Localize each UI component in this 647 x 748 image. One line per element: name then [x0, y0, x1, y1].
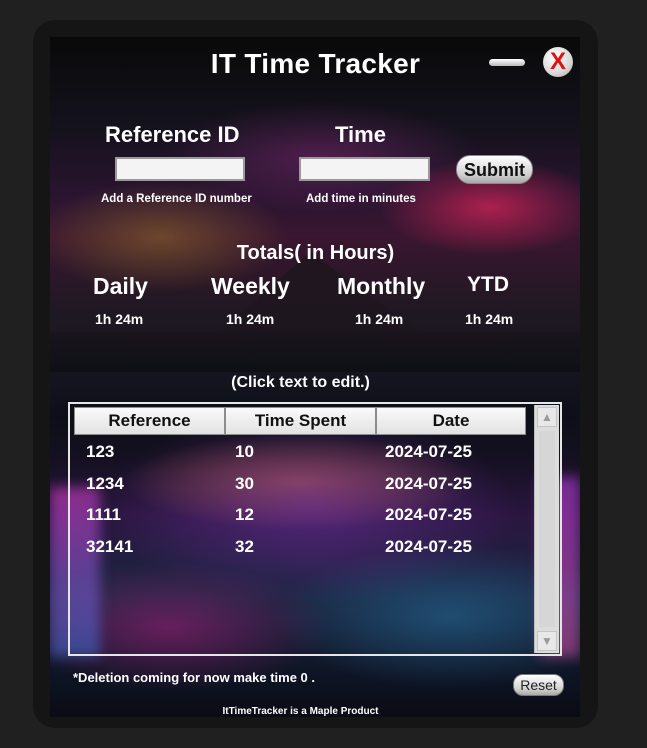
weekly-total: 1h 24m: [226, 311, 275, 327]
cell-date[interactable]: 2024-07-25: [385, 468, 472, 500]
time-label: Time: [335, 122, 386, 147]
submit-button[interactable]: Submit: [456, 155, 533, 184]
cell-time-spent[interactable]: 30: [235, 468, 254, 500]
cell-date[interactable]: 2024-07-25: [385, 531, 472, 563]
table-scrollbar[interactable]: ▲ ▼: [534, 405, 559, 653]
reset-button[interactable]: Reset: [513, 674, 564, 696]
cell-reference[interactable]: 32141: [86, 531, 133, 563]
close-button[interactable]: X: [543, 47, 573, 77]
scroll-down-icon[interactable]: ▼: [537, 631, 557, 651]
table-row[interactable]: 32141 32 2024-07-25: [70, 531, 530, 563]
table-row[interactable]: 1234 30 2024-07-25: [70, 468, 530, 500]
scroll-up-icon[interactable]: ▲: [537, 407, 557, 427]
reference-id-input[interactable]: [115, 157, 245, 181]
cell-reference[interactable]: 1234: [86, 468, 124, 500]
deletion-note: *Deletion coming for now make time 0 .: [73, 670, 315, 685]
background-horizon: [50, 332, 580, 372]
reference-id-label: Reference ID: [105, 122, 240, 147]
column-header-date[interactable]: Date: [376, 407, 526, 435]
entries-table: Reference Time Spent Date 123 10 2024-07…: [68, 402, 562, 656]
daily-total: 1h 24m: [95, 311, 144, 327]
ytd-total: 1h 24m: [465, 311, 514, 327]
totals-title: Totals( in Hours): [236, 242, 395, 264]
edit-hint: (Click text to edit.): [231, 374, 370, 391]
cell-time-spent[interactable]: 32: [235, 531, 254, 563]
table-header: Reference Time Spent Date: [74, 407, 526, 435]
monthly-label: Monthly: [337, 273, 426, 299]
app-window: IT Time Tracker X Reference ID Add a Ref…: [33, 20, 598, 728]
column-header-time-spent[interactable]: Time Spent: [225, 407, 376, 435]
cell-time-spent[interactable]: 10: [235, 436, 254, 468]
ytd-label: YTD: [467, 273, 509, 296]
cell-reference[interactable]: 1111: [86, 499, 121, 531]
cell-date[interactable]: 2024-07-25: [385, 436, 472, 468]
reference-id-hint: Add a Reference ID number: [101, 193, 252, 205]
cell-time-spent[interactable]: 12: [235, 499, 254, 531]
table-row[interactable]: 1111 12 2024-07-25: [70, 499, 530, 531]
table-row[interactable]: 123 10 2024-07-25: [70, 436, 530, 468]
product-credit: ItTimeTracker is a Maple Product: [222, 706, 379, 717]
cell-reference[interactable]: 123: [86, 436, 114, 468]
time-hint: Add time in minutes: [306, 193, 416, 205]
minimize-button[interactable]: [489, 59, 525, 66]
close-icon: X: [549, 48, 566, 75]
time-input[interactable]: [299, 157, 430, 181]
monthly-total: 1h 24m: [355, 311, 404, 327]
column-header-reference[interactable]: Reference: [74, 407, 225, 435]
daily-label: Daily: [93, 273, 148, 299]
weekly-label: Weekly: [211, 273, 290, 299]
cell-date[interactable]: 2024-07-25: [385, 499, 472, 531]
scroll-track[interactable]: [539, 431, 555, 627]
